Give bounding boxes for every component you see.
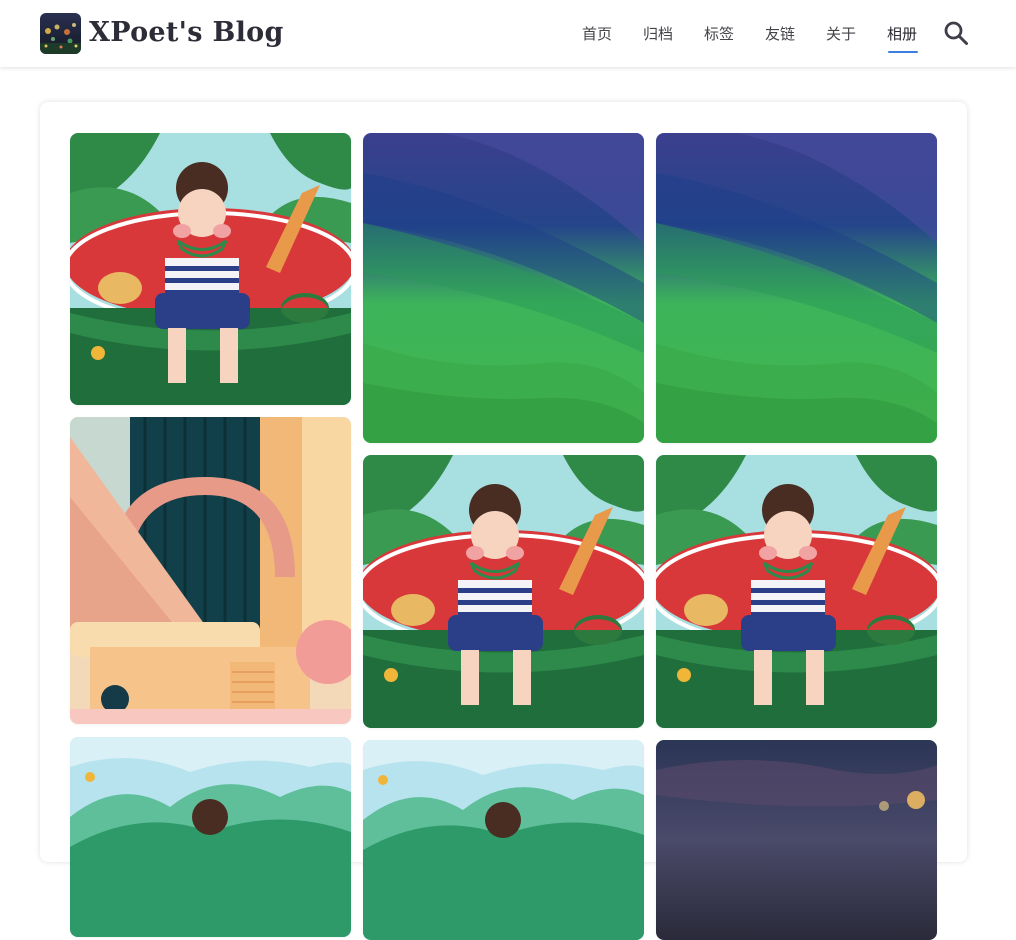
site-logo[interactable] (40, 13, 81, 54)
gallery-photo[interactable] (70, 737, 351, 937)
gallery-photo[interactable] (656, 133, 937, 443)
gallery-photo[interactable] (70, 417, 351, 724)
gallery-photo[interactable] (363, 740, 644, 940)
gallery-photo[interactable] (363, 133, 644, 443)
nav-item-album[interactable]: 相册 (887, 22, 917, 46)
nav-item-links[interactable]: 友链 (765, 22, 795, 46)
gallery-photo[interactable] (70, 133, 351, 405)
nav-item-tags[interactable]: 标签 (704, 22, 734, 46)
gallery-photo[interactable] (656, 455, 937, 728)
album-card (40, 102, 967, 940)
gallery-photo[interactable] (363, 455, 644, 728)
search-icon[interactable] (943, 20, 969, 46)
site-title[interactable]: XPoet's Blog (89, 14, 284, 52)
nav-item-home[interactable]: 首页 (582, 22, 612, 46)
nav-item-about[interactable]: 关于 (826, 22, 856, 46)
active-nav-underline (888, 51, 918, 53)
nav-item-archive[interactable]: 归档 (643, 22, 673, 46)
site-header: XPoet's Blog 首页 归档 标签 友链 关于 相册 (0, 0, 1016, 67)
gallery-photo[interactable] (656, 740, 937, 940)
